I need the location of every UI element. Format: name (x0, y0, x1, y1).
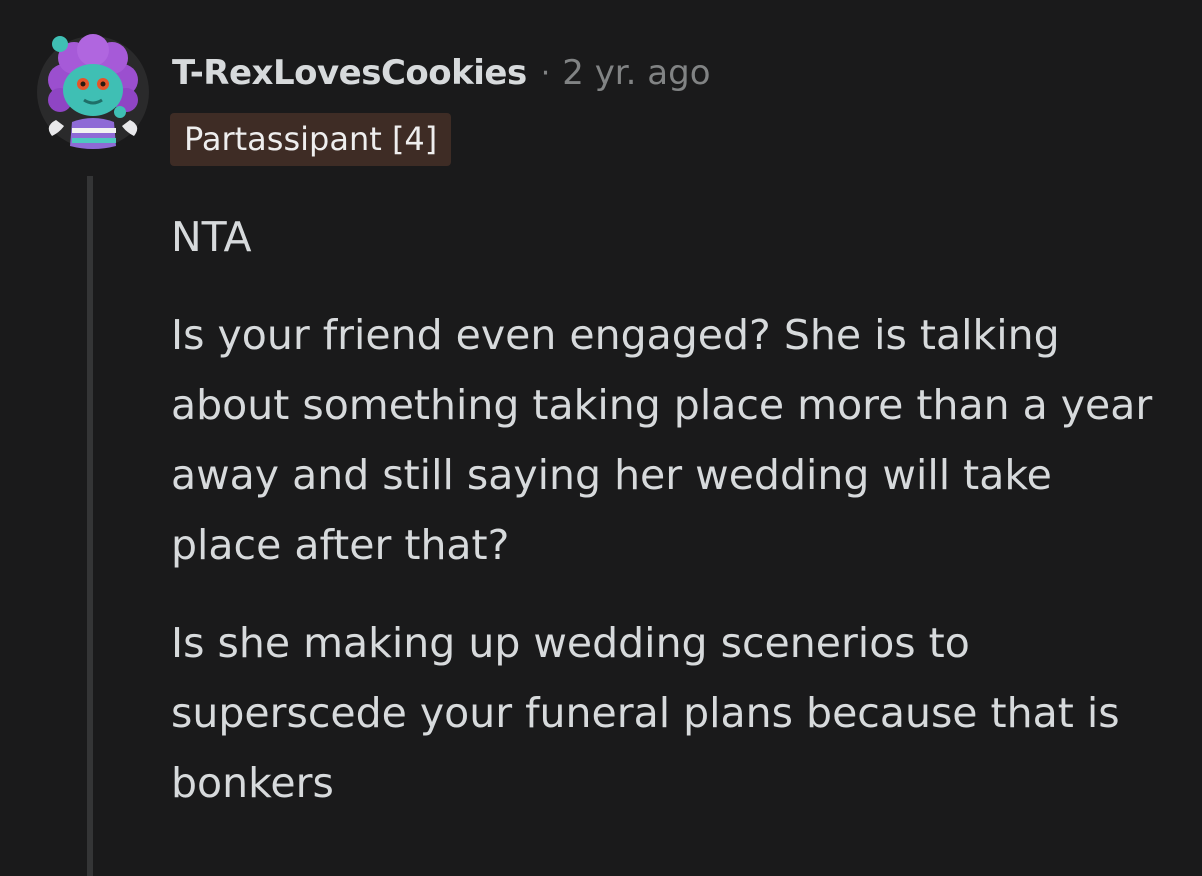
username-link[interactable]: T-RexLovesCookies (172, 53, 527, 93)
comment: T-RexLovesCookies · 2 yr. ago Partassipa… (0, 0, 1202, 876)
separator-dot: · (540, 55, 551, 91)
comment-paragraph: NTA (171, 213, 252, 261)
comment-paragraph: Is your friend even engaged? She is talk… (171, 311, 1153, 569)
comment-body: NTA Is your friend even engaged? She is … (171, 202, 1161, 846)
comment-header: T-RexLovesCookies · 2 yr. ago (172, 50, 711, 96)
comment-paragraph: Is she making up wedding scenerios to su… (171, 619, 1120, 807)
user-flair: Partassipant [4] (170, 113, 452, 166)
thread-line[interactable] (87, 176, 93, 876)
timestamp-link[interactable]: 2 yr. ago (562, 53, 710, 93)
user-avatar-icon[interactable] (34, 28, 152, 152)
